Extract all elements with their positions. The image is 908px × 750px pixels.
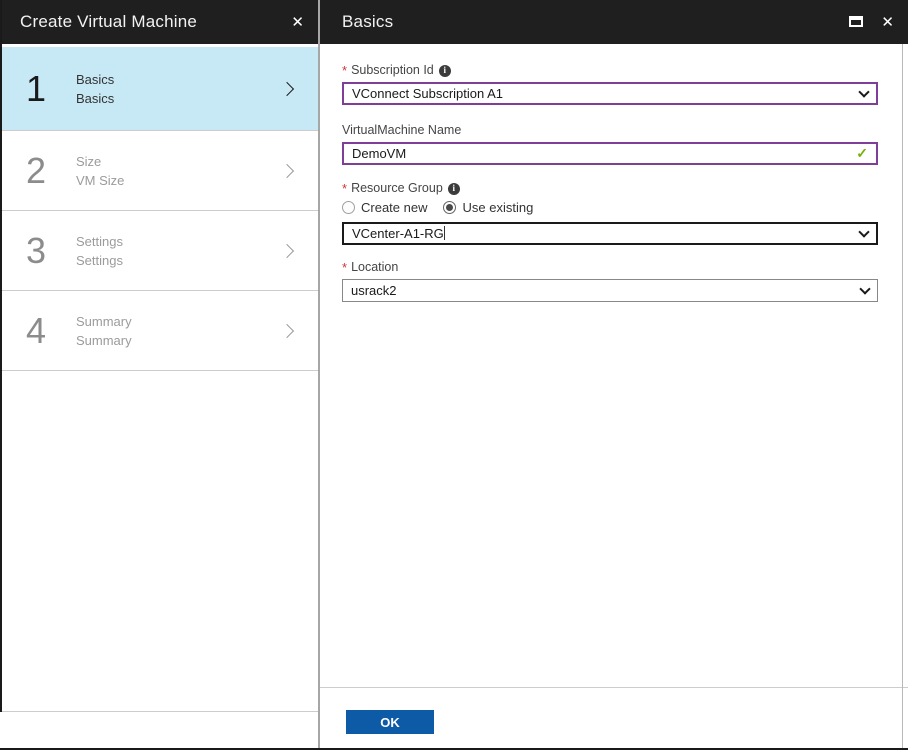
blade-title: Basics (342, 12, 394, 31)
radio-circle (342, 201, 355, 214)
chevron-right-icon (279, 81, 295, 96)
step-title: Summary (76, 313, 132, 329)
step-number: 1 (26, 67, 47, 109)
info-icon[interactable]: i (438, 64, 451, 77)
step-number: 3 (26, 229, 47, 271)
left-footer-divider (2, 711, 318, 712)
step-subtitle: VM Size (76, 172, 125, 188)
radio-use-existing[interactable]: Use existing (443, 200, 533, 215)
required-marker: * (342, 63, 348, 78)
vm-name-label: VirtualMachine Name (342, 123, 462, 137)
location-value: usrack2 (351, 283, 397, 298)
window-right-edge (902, 44, 903, 748)
ok-button[interactable]: OK (346, 710, 434, 734)
radio-create-new[interactable]: Create new (342, 200, 427, 215)
text-cursor (443, 226, 445, 240)
blade-footer: OK (320, 687, 908, 750)
step-size[interactable]: 2 Size VM Size (0, 131, 318, 211)
subscription-dropdown[interactable]: VConnect Subscription A1 (342, 82, 878, 105)
window-left-edge (0, 0, 2, 712)
location-dropdown[interactable]: usrack2 (342, 279, 878, 302)
location-label: * Location (342, 260, 399, 275)
close-icon[interactable]: ✕ (291, 15, 304, 30)
resource-group-label: * Resource Group i (342, 181, 878, 196)
step-basics[interactable]: 1 Basics Basics (0, 47, 318, 131)
chevron-down-icon (859, 282, 871, 295)
left-blade-header: Create Virtual Machine ✕ (0, 0, 318, 44)
step-subtitle: Basics (76, 90, 115, 106)
step-subtitle: Summary (76, 332, 132, 348)
step-subtitle: Settings (76, 252, 123, 268)
step-settings[interactable]: 3 Settings Settings (0, 211, 318, 291)
step-summary[interactable]: 4 Summary Summary (0, 291, 318, 371)
resource-group-radios: Create new Use existing (342, 200, 878, 215)
valid-check-icon: ✓ (856, 145, 868, 161)
basics-blade: Basics ✕ * Subscription Id i VConnect Su… (320, 0, 908, 750)
right-blade-header: Basics ✕ (320, 0, 908, 44)
wizard-steps-panel: Create Virtual Machine ✕ 1 Basics Basics… (0, 0, 318, 750)
close-icon[interactable]: ✕ (881, 15, 894, 30)
vm-name-input[interactable]: DemoVM ✓ (342, 142, 878, 165)
chevron-right-icon (279, 243, 295, 258)
vm-name-value: DemoVM (352, 146, 407, 161)
chevron-down-icon (858, 85, 870, 98)
step-title: Settings (76, 233, 123, 249)
chevron-right-icon (279, 323, 295, 338)
chevron-right-icon (279, 163, 295, 178)
maximize-icon[interactable] (849, 15, 864, 30)
info-icon[interactable]: i (447, 182, 460, 195)
step-title: Basics (76, 71, 115, 87)
basics-form: * Subscription Id i VConnect Subscriptio… (320, 44, 908, 302)
chevron-down-icon (858, 225, 870, 238)
step-title: Size (76, 153, 102, 169)
step-number: 2 (26, 149, 47, 191)
window-title: Create Virtual Machine (20, 12, 198, 31)
resource-group-combobox[interactable]: VCenter-A1-RG (342, 222, 878, 245)
create-vm-window: Create Virtual Machine ✕ 1 Basics Basics… (0, 0, 908, 750)
required-marker: * (342, 260, 348, 275)
required-marker: * (342, 181, 348, 196)
resource-group-value: VCenter-A1-RG (352, 226, 445, 241)
subscription-label: * Subscription Id i (342, 63, 878, 78)
radio-circle-checked (443, 201, 457, 214)
step-number: 4 (26, 309, 47, 351)
subscription-value: VConnect Subscription A1 (352, 86, 504, 101)
step-list: 1 Basics Basics 2 Size VM Size 3 Setting… (0, 47, 318, 371)
